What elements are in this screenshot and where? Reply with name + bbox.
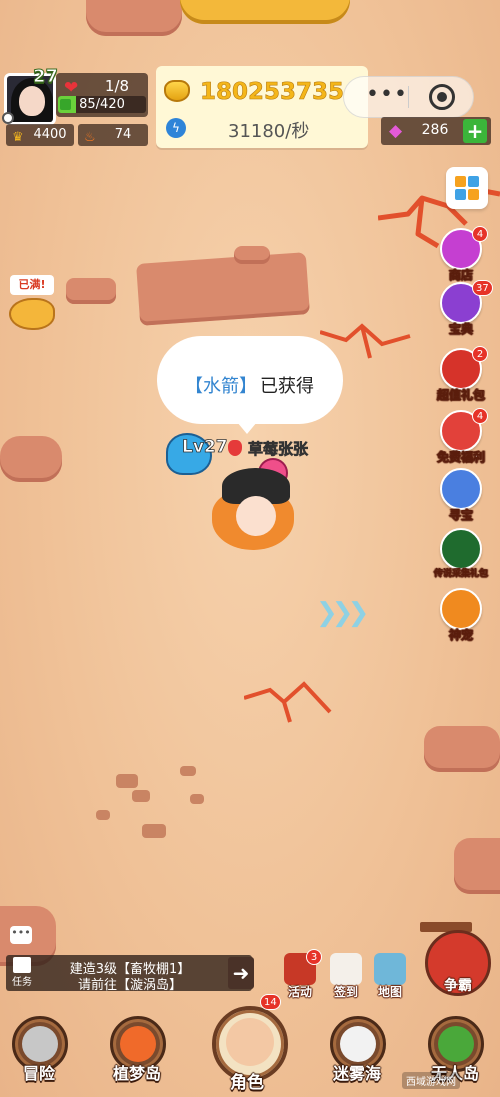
grid-square: [468, 189, 479, 200]
notification-badge: 37: [472, 280, 493, 296]
rock: [234, 246, 270, 264]
menu-item-icon: [440, 588, 482, 630]
menu-grid-button[interactable]: [446, 167, 488, 209]
gold-pile: [180, 0, 350, 24]
strawberry-icon: [228, 440, 242, 456]
clipboard-icon: [13, 957, 31, 973]
nav-item-icon: [22, 1026, 58, 1062]
pebble: [96, 810, 110, 820]
fire-resource: ♨ 74: [78, 124, 148, 146]
quest-icon-label: 任务: [12, 977, 32, 988]
rock: [454, 838, 500, 894]
notification-badge: 2: [472, 346, 488, 362]
fire-value: 74: [114, 127, 132, 142]
battle-label: 争霸: [444, 978, 472, 994]
menu-item-label: 超值礼包: [436, 388, 486, 403]
direction-arrows-icon: ❯❯❯: [316, 598, 369, 628]
pebble: [132, 790, 150, 802]
capsule-divider: [408, 86, 409, 108]
right-menu-item[interactable]: 神宠: [432, 588, 490, 658]
menu-item-label: 传说采集礼包: [433, 569, 489, 580]
crown-icon: ♛: [12, 130, 24, 145]
bottom-nav-item[interactable]: 植梦岛: [102, 1016, 172, 1096]
mini-button[interactable]: 地图: [370, 953, 410, 1003]
gem-amount: 286: [421, 122, 449, 138]
bottom-nav-item[interactable]: 角色 14: [212, 994, 288, 1096]
rock: [136, 252, 310, 326]
character-level: Lv27: [182, 437, 228, 458]
nav-item-icon: [120, 1026, 156, 1062]
avatar-face: [19, 86, 45, 116]
nav-item-icon: [438, 1026, 474, 1062]
settings-gear-icon[interactable]: [2, 112, 14, 124]
watermark: 西域游戏网: [402, 1072, 460, 1089]
menu-item-icon: [440, 528, 482, 570]
pebble: [142, 824, 166, 838]
menu-item-label: 宝典: [448, 322, 474, 337]
mini-button-icon: [374, 953, 406, 985]
notification-badge: 4: [472, 408, 488, 424]
obtained-item: 【水箭】: [185, 376, 257, 397]
mini-button-icon: [330, 953, 362, 985]
mini-button-label: 活动: [287, 985, 312, 999]
lava-crack: [244, 681, 332, 723]
mini-button[interactable]: 签到: [326, 953, 366, 1003]
gold-ingot-icon: [164, 80, 190, 102]
nav-item-label: 植梦岛: [112, 1064, 161, 1083]
nav-item-icon: [340, 1026, 376, 1062]
quest-subtitle: 请前往【漩涡岛】: [77, 978, 182, 993]
pebble: [190, 794, 204, 804]
crown-resource: ♛ 4400: [6, 124, 74, 146]
obtained-text: 已获得: [260, 376, 314, 397]
rock: [66, 278, 116, 304]
quest-icon[interactable]: 任务: [8, 957, 36, 989]
grid-square: [455, 189, 466, 200]
character-name: 草莓张张: [248, 440, 309, 459]
grid-square: [455, 176, 466, 187]
menu-item-label: 神宠: [448, 628, 474, 643]
right-menu-item[interactable]: 宝典 37: [432, 280, 493, 352]
gold-amount: 180253735: [200, 79, 345, 106]
hp-icon: [60, 99, 71, 110]
piggy-bank-icon[interactable]: [9, 298, 55, 330]
pebble: [116, 774, 138, 788]
notification-badge: 14: [260, 994, 281, 1010]
nav-item-label: 角色: [230, 1073, 264, 1093]
add-gems-button[interactable]: +: [463, 119, 487, 143]
rock: [424, 726, 500, 772]
player-level: 27: [32, 66, 59, 88]
piggy-full-tag: 已满!: [10, 275, 54, 295]
nav-item-icon: [226, 1018, 274, 1066]
menu-item-label: 免费福利: [436, 450, 486, 465]
notification-badge: 3: [306, 949, 322, 965]
diamond-icon: ◆: [389, 121, 403, 141]
bottom-nav-item[interactable]: 迷雾海: [322, 1016, 392, 1096]
mini-button[interactable]: 活动 3: [280, 949, 322, 1003]
fire-icon: ♨: [84, 130, 96, 145]
rock: [0, 436, 62, 482]
grid-square: [468, 176, 479, 187]
bottom-nav-item[interactable]: 冒险: [4, 1016, 74, 1096]
pebble: [180, 766, 196, 776]
nav-item-label: 迷雾海: [332, 1064, 381, 1083]
more-options-icon[interactable]: •••: [366, 82, 408, 107]
mini-button-label: 地图: [377, 985, 402, 999]
crown-value: 4400: [33, 127, 67, 142]
gold-speed: 31180/秒: [228, 121, 310, 142]
lives-counter: 1/8: [104, 77, 130, 95]
chat-icon[interactable]: •••: [10, 926, 32, 944]
heart-icon: ❤: [64, 78, 79, 98]
hp-bar: 85/420: [58, 96, 146, 113]
hero-character[interactable]: [236, 496, 276, 536]
lightning-icon: ϟ: [166, 118, 186, 138]
close-target-icon[interactable]: [429, 84, 455, 110]
notification-badge: 4: [472, 226, 488, 242]
quest-go-arrow-icon[interactable]: ➜: [228, 957, 254, 989]
hp-text: 85/420: [79, 97, 125, 112]
nav-item-label: 冒险: [22, 1064, 55, 1083]
rock: [86, 0, 182, 36]
menu-item-icon: [440, 468, 482, 510]
menu-item-label: 寻宝: [448, 508, 474, 523]
